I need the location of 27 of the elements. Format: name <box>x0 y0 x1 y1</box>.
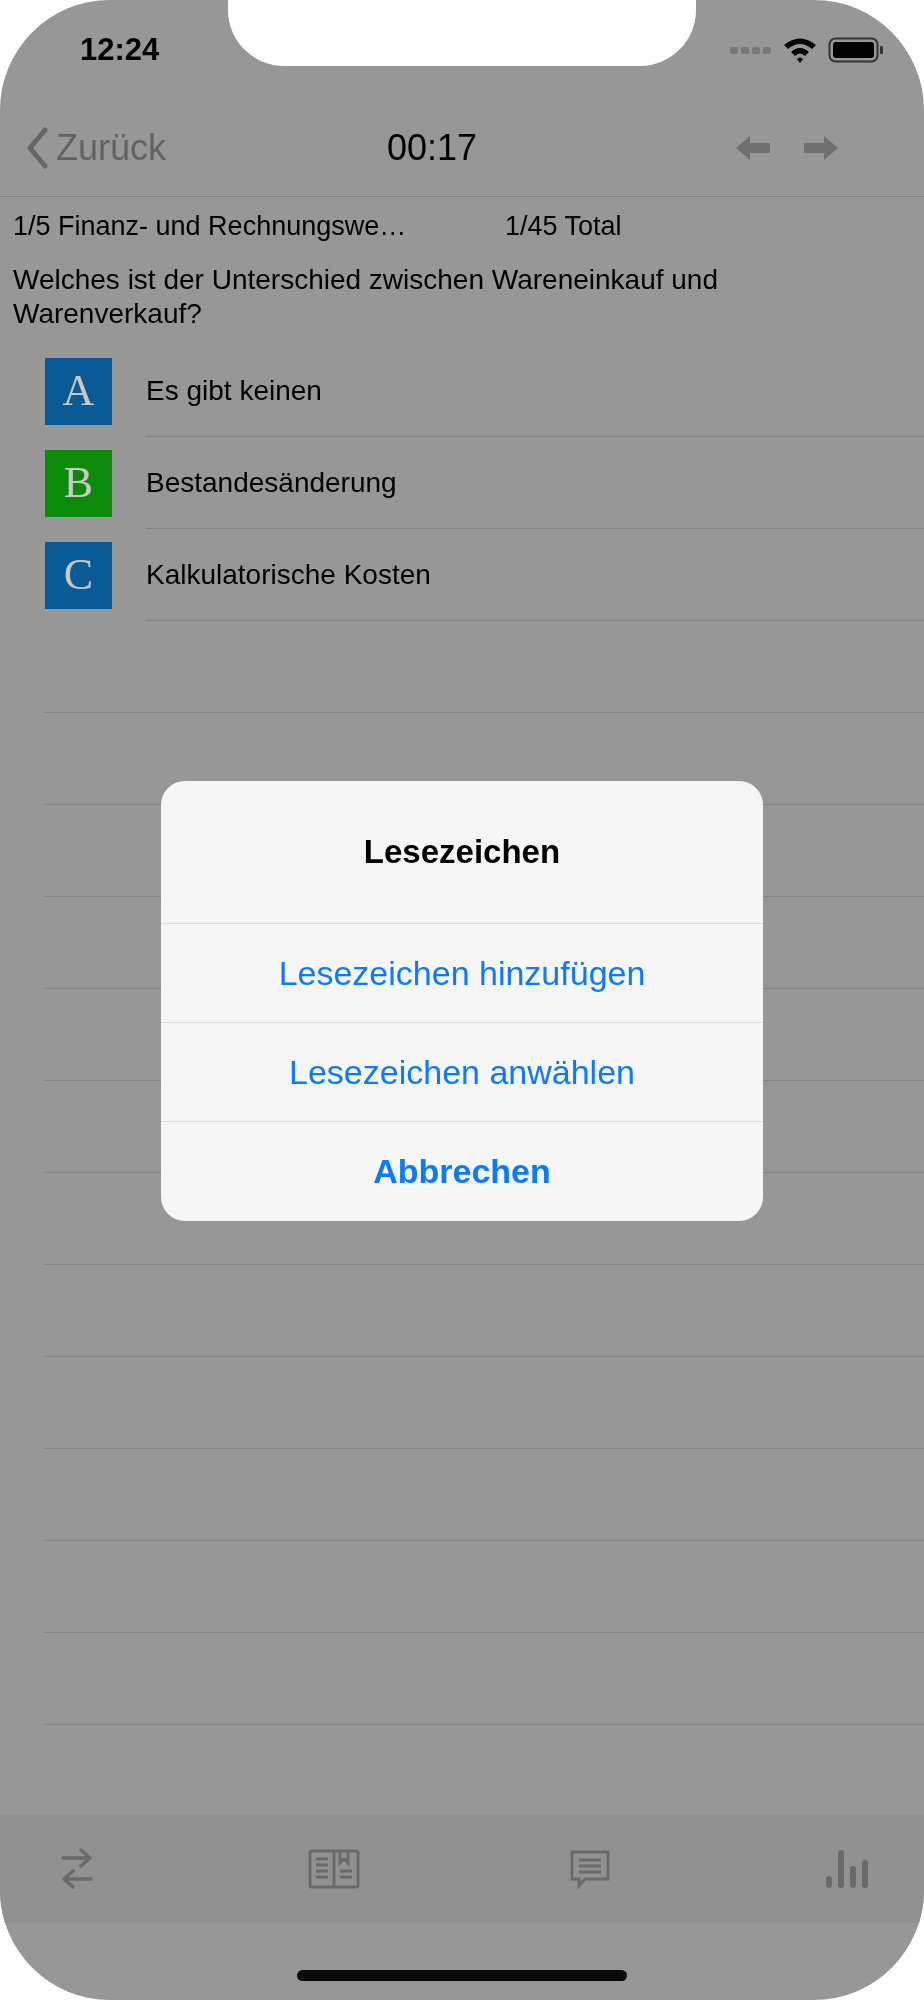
letter-tile[interactable]: B <box>45 449 112 517</box>
previous-button[interactable] <box>736 134 772 162</box>
timer-label: 00:17 <box>386 126 478 170</box>
letter-tile[interactable]: C <box>45 541 112 609</box>
bar-chart-icon <box>824 1849 869 1889</box>
signal-icon <box>730 45 772 55</box>
book-icon <box>307 1849 360 1889</box>
dialog-title: Lesezeichen <box>363 832 561 873</box>
battery-icon <box>828 36 884 64</box>
wifi-icon <box>782 36 818 64</box>
answer-text[interactable]: Kalkulatorische Kosten <box>146 553 431 596</box>
letter-tile[interactable]: A <box>45 357 112 425</box>
next-button[interactable] <box>802 134 838 162</box>
answer-text[interactable]: Bestandesänderung <box>146 461 397 504</box>
total-label: 1/45 Total <box>505 209 622 243</box>
comment-icon <box>569 1849 612 1889</box>
answer-text[interactable]: Es gibt keinen <box>146 369 322 412</box>
action-button[interactable]: Lesezeichen anwählen <box>161 1023 763 1122</box>
question-text: Welches ist der Unterschied zwischen Wareneinkauf und Warenverkauf? <box>13 263 719 331</box>
category-label: 1/5 Finanz- und Rechnungswe… <box>13 209 408 243</box>
chevron-left-icon <box>26 127 48 169</box>
action-button[interactable]: Lesezeichen hinzufügen <box>161 924 763 1023</box>
cancel-button[interactable]: Abbrechen <box>161 1122 763 1221</box>
status-time: 12:24 <box>80 30 160 69</box>
swap-arrows-icon <box>61 1848 93 1890</box>
arrow-right-icon <box>802 134 838 162</box>
arrow-left-icon <box>736 134 772 162</box>
